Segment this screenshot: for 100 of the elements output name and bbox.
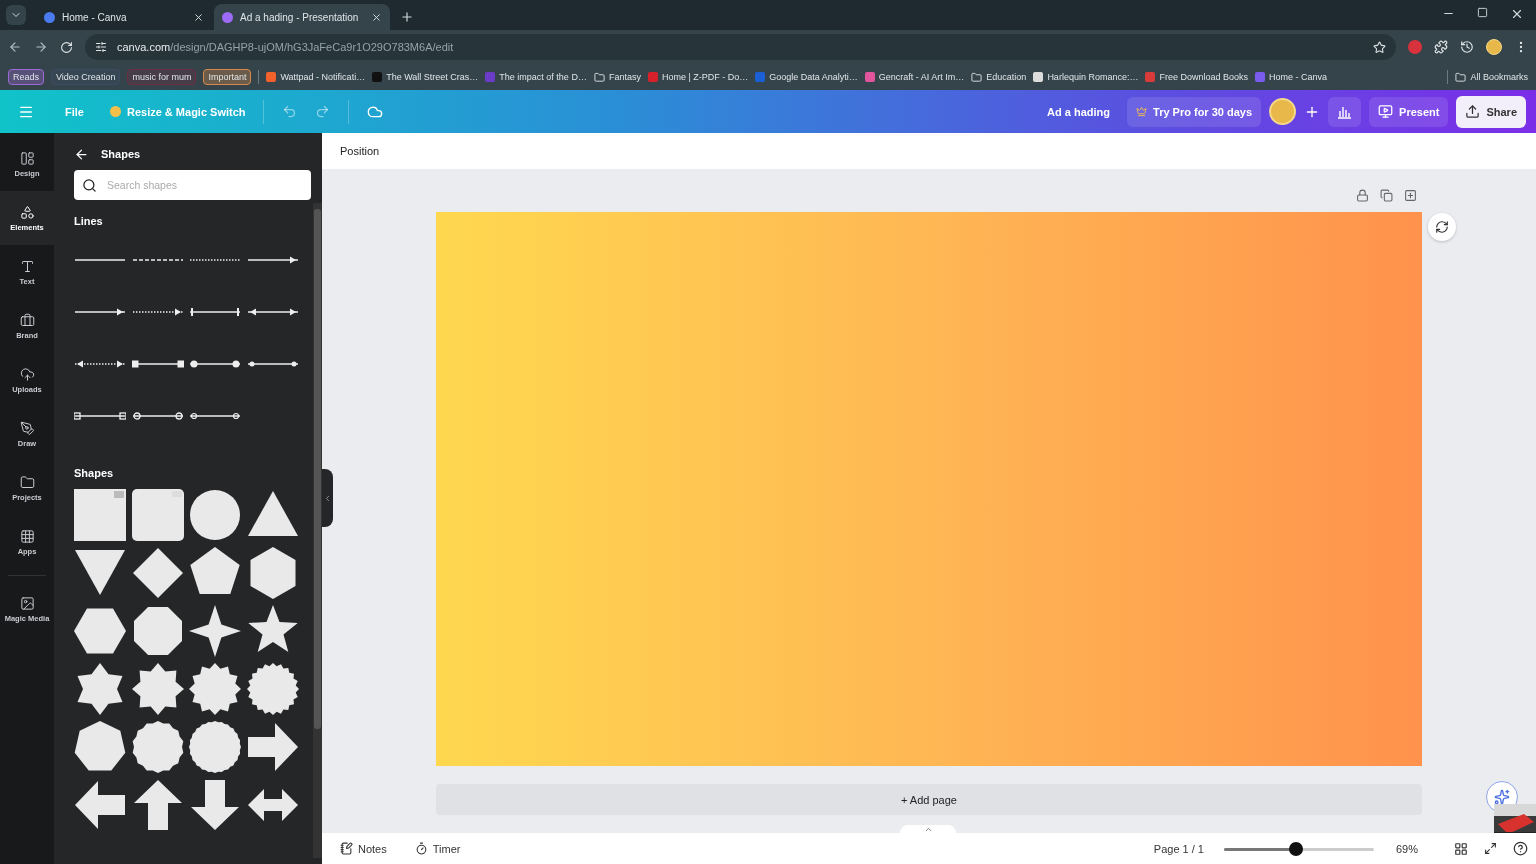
design-title-button[interactable]: Ad a hading — [1038, 96, 1119, 127]
shapes-icon — [19, 204, 35, 220]
diamond-shape[interactable] — [131, 547, 184, 599]
eight-point-star-shape[interactable] — [131, 663, 184, 715]
history-icon[interactable] — [1460, 40, 1474, 54]
present-button[interactable]: Present — [1369, 96, 1449, 127]
line-style-icon[interactable] — [246, 255, 299, 265]
sparkles-icon — [1494, 789, 1510, 805]
share-icon — [1465, 104, 1481, 119]
line-style-icon[interactable] — [74, 359, 126, 369]
new-tab-icon[interactable] — [400, 10, 414, 24]
fullscreen-icon[interactable] — [1484, 842, 1497, 855]
bookmark-link[interactable]: Home - Canva — [1254, 72, 1327, 82]
bookmark-link[interactable]: Harlequin Romance:… — [1033, 72, 1139, 82]
browser-tab[interactable]: Ad a hading - Presentation — [214, 4, 390, 30]
maximize-icon[interactable] — [1477, 7, 1488, 18]
back-icon[interactable] — [74, 146, 89, 162]
bookmark-star-icon[interactable] — [1373, 40, 1386, 54]
zoom-slider[interactable] — [1223, 841, 1374, 856]
left-arrow-shape[interactable] — [74, 779, 126, 831]
extensions-icon[interactable] — [1434, 40, 1448, 54]
right-arrow-shape[interactable] — [246, 721, 299, 773]
bookmark-folder[interactable]: Fantasy — [593, 71, 641, 83]
bookmark-link[interactable]: Gencraft - AI Art Im… — [864, 72, 965, 82]
line-style-icon[interactable] — [189, 307, 241, 317]
bookmark-link[interactable]: Home | Z-PDF - Do… — [647, 72, 749, 82]
layout-icon — [19, 150, 35, 166]
chevron-up-icon — [923, 825, 933, 834]
pen-icon — [19, 420, 35, 436]
line-style-icon[interactable] — [246, 307, 299, 317]
notes-icon — [340, 842, 353, 855]
line-style-icon[interactable] — [131, 359, 184, 369]
forward-icon[interactable] — [34, 40, 48, 54]
url-text[interactable]: canva.com/design/DAGHP8-ujOM/hG3JaFeCa9r1O29O783M6A/edit — [117, 41, 454, 53]
octagon-shape[interactable] — [131, 605, 184, 657]
bar-chart-icon — [1337, 104, 1353, 119]
scrollbar[interactable] — [313, 203, 322, 858]
bookmark-link[interactable]: Free Download Books — [1145, 72, 1248, 82]
page-indicator[interactable]: Page 1 / 1 — [1153, 842, 1204, 855]
panel-title: Shapes — [101, 148, 141, 160]
apps-grid-icon — [19, 528, 35, 544]
favicon-icon — [44, 11, 55, 23]
line-style-icon[interactable] — [74, 307, 126, 317]
down-arrow-shape[interactable] — [189, 779, 241, 831]
bookmark-group-chip[interactable]: Reads — [8, 69, 44, 85]
lock-icon[interactable] — [1356, 189, 1369, 202]
add-page-icon[interactable] — [1404, 189, 1417, 202]
duplicate-icon[interactable] — [1380, 189, 1393, 202]
circle-shape[interactable] — [189, 489, 241, 541]
all-bookmarks-folder[interactable]: All Bookmarks — [1455, 71, 1528, 83]
position-button[interactable]: Position — [334, 144, 386, 158]
search-icon — [82, 177, 97, 193]
section-heading: Shapes — [74, 467, 115, 481]
bookmark-group-chip[interactable]: Important — [203, 69, 252, 85]
zoom-percentage[interactable]: 69% — [1395, 842, 1418, 855]
line-style-icon[interactable] — [131, 307, 184, 317]
tab-search-button[interactable] — [6, 5, 26, 25]
burst-shape[interactable] — [189, 663, 241, 715]
line-style-icon[interactable] — [189, 359, 241, 369]
notes-button[interactable]: Notes — [334, 841, 393, 856]
line-style-icon[interactable] — [74, 411, 126, 421]
help-icon[interactable] — [1513, 841, 1528, 856]
collapse-panel-handle[interactable] — [322, 469, 333, 527]
browser-tab[interactable]: Home - Canva — [36, 4, 212, 30]
try-pro-button[interactable]: Try Pro for 30 days — [1127, 96, 1262, 127]
profile-avatar[interactable] — [1486, 39, 1502, 55]
section-heading: Lines — [74, 215, 104, 229]
burst-shape[interactable] — [246, 663, 299, 715]
bookmark-link[interactable]: Google Data Analyti… — [755, 72, 858, 82]
line-style-icon[interactable] — [246, 359, 299, 369]
bookmark-link[interactable]: The Wall Street Cras… — [372, 72, 479, 82]
bookmark-link[interactable]: The impact of the D… — [485, 72, 587, 82]
rounded-square-shape[interactable] — [131, 489, 184, 541]
folder-icon — [593, 71, 605, 83]
timer-button[interactable]: Timer — [408, 841, 467, 856]
user-avatar[interactable] — [1269, 98, 1297, 125]
heptagon-shape[interactable] — [74, 721, 126, 773]
bookmark-group-chip[interactable]: music for mum — [127, 69, 197, 85]
close-icon[interactable] — [1510, 7, 1524, 21]
insights-button[interactable] — [1328, 96, 1362, 127]
close-icon[interactable] — [371, 11, 382, 23]
bookmark-folder[interactable]: Education — [971, 71, 1027, 83]
line-style-icon[interactable] — [189, 411, 241, 421]
close-icon[interactable] — [193, 11, 204, 23]
bookmark-link[interactable]: Wattpad - Notificati… — [266, 72, 366, 82]
text-icon — [19, 258, 35, 274]
present-icon — [1378, 104, 1394, 119]
briefcase-icon — [19, 312, 35, 328]
four-point-star-shape[interactable] — [189, 605, 241, 657]
refresh-button[interactable] — [1428, 213, 1456, 241]
grid-view-icon[interactable] — [1454, 841, 1468, 856]
site-settings-icon[interactable] — [95, 41, 107, 53]
add-page-button[interactable]: + Add page — [436, 784, 1422, 815]
bookmark-group-chip[interactable]: Video Creation — [51, 69, 121, 85]
line-style-icon[interactable] — [131, 411, 184, 421]
search-field[interactable]: Search shapes — [74, 170, 311, 200]
share-button[interactable]: Share — [1456, 95, 1526, 128]
favicon-icon — [222, 11, 233, 23]
folder-icon — [971, 71, 983, 83]
reload-icon[interactable] — [60, 40, 73, 54]
